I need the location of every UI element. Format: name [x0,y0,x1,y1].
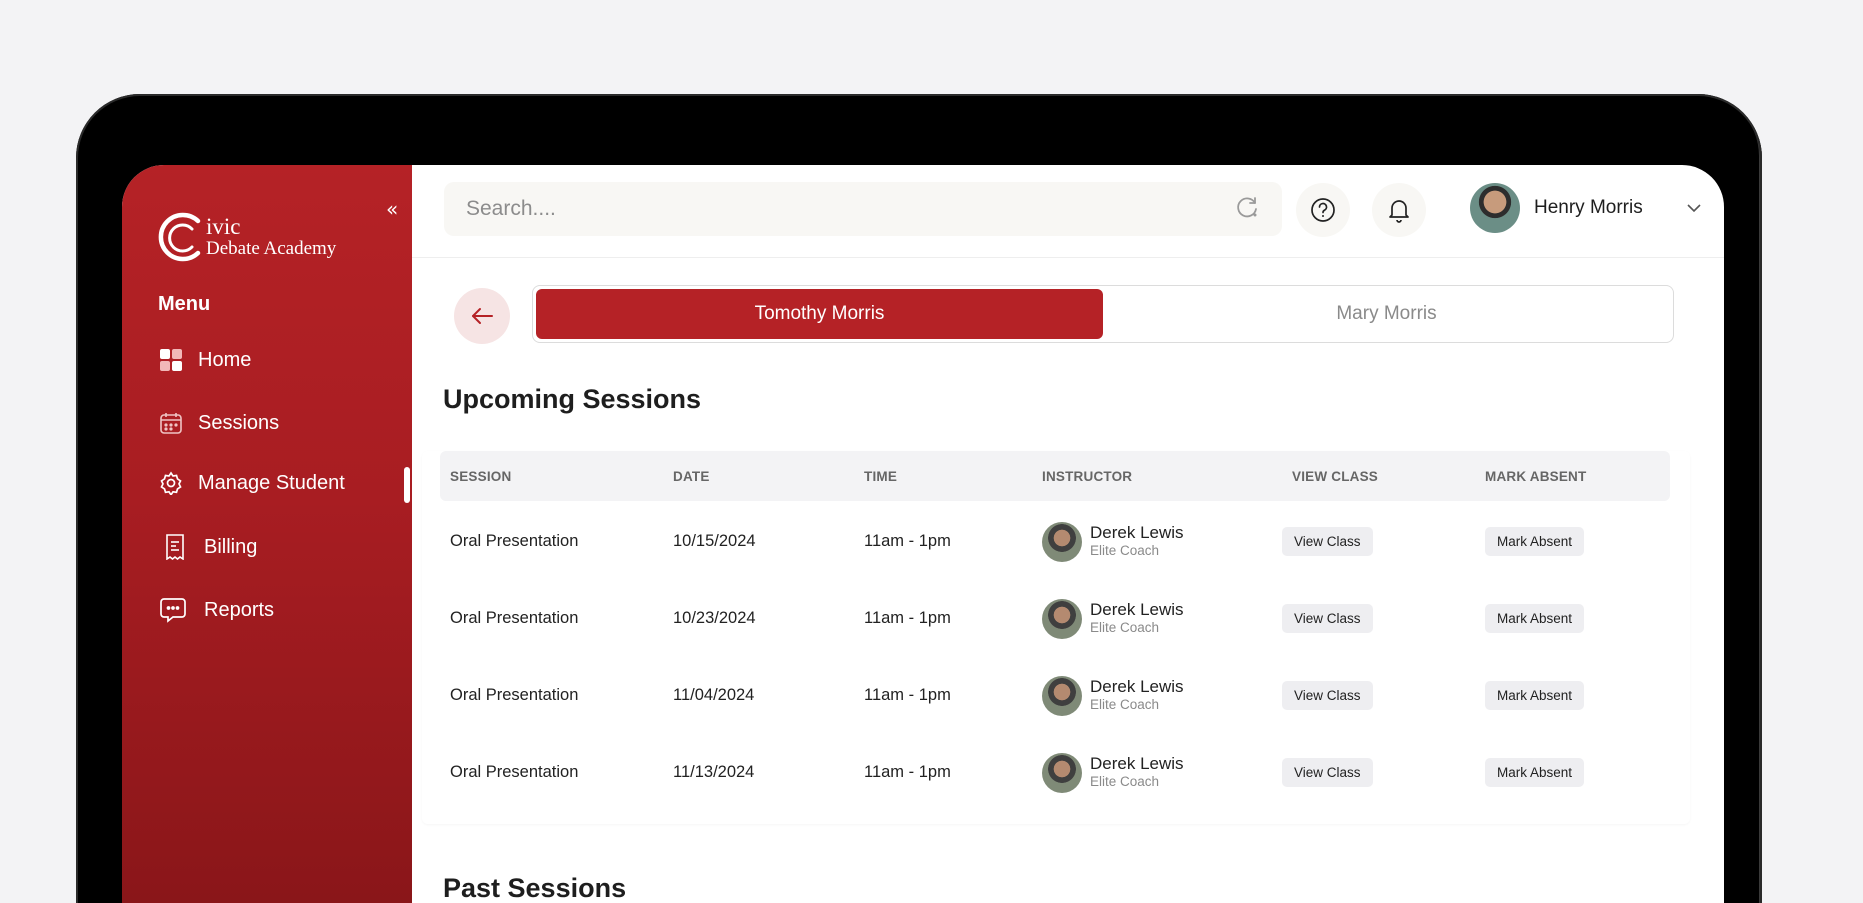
search-input[interactable] [466,197,1234,221]
instructor-role: Elite Coach [1090,696,1160,712]
table-row: Oral Presentation 10/15/2024 11am - 1pm … [440,503,1670,580]
active-indicator [404,467,410,503]
sidebar-item-home[interactable]: Home [158,347,251,373]
mark-absent-button[interactable]: Mark Absent [1485,758,1585,787]
instructor-role: Elite Coach [1090,619,1160,635]
time-cell: 11am - 1pm [864,763,951,781]
header-date: DATE [673,468,710,484]
collapse-icon[interactable]: « [386,197,398,221]
time-cell: 11am - 1pm [864,686,951,704]
time-cell: 11am - 1pm [864,532,951,550]
instructor-cell: Derek Lewis Elite Coach [1042,503,1184,580]
bell-icon [1389,200,1409,223]
table-row: Oral Presentation 11/04/2024 11am - 1pm … [440,657,1670,734]
date-cell: 11/13/2024 [673,763,755,781]
sidebar-item-label: Home [198,348,252,371]
tab-mary-morris[interactable]: Mary Morris [1103,289,1670,339]
view-class-button[interactable]: View Class [1282,758,1373,787]
menu-title: Menu [158,293,211,315]
instructor-name: Derek Lewis [1090,754,1184,774]
header-mark-absent: MARK ABSENT [1485,468,1587,484]
header-instructor: INSTRUCTOR [1042,468,1133,484]
sidebar-item-sessions[interactable]: Sessions [158,410,279,436]
avatar [1042,521,1082,562]
view-class-button[interactable]: View Class [1282,527,1373,556]
mark-absent-button[interactable]: Mark Absent [1485,527,1585,556]
sidebar-item-label: Billing [204,535,258,558]
time-cell: 11am - 1pm [864,609,951,627]
past-sessions-title: Past Sessions [443,873,627,903]
billing-icon [162,534,188,560]
instructor-role: Elite Coach [1090,542,1160,558]
instructor-cell: Derek Lewis Elite Coach [1042,734,1184,811]
instructor-cell: Derek Lewis Elite Coach [1042,657,1184,734]
avatar [1042,598,1082,639]
table-row: Oral Presentation 10/23/2024 11am - 1pm … [440,580,1670,657]
loading-icon[interactable] [1234,194,1260,225]
main-content: Tomothy Morris Mary Morris Upcoming Sess… [412,258,1724,903]
instructor-cell: Derek Lewis Elite Coach [1042,580,1184,657]
header-view-class: VIEW CLASS [1292,468,1379,484]
sidebar: ivic Debate Academy « Menu Home Sessions… [122,165,412,903]
date-cell: 10/15/2024 [673,532,756,550]
sidebar-item-manage-student[interactable]: Manage Student [158,470,345,496]
view-class-button[interactable]: View Class [1282,604,1373,633]
chevron-down-icon [1687,204,1701,213]
logo: ivic Debate Academy [158,209,336,265]
table-row: Oral Presentation 11/13/2024 11am - 1pm … [440,734,1670,811]
tab-tomothy-morris[interactable]: Tomothy Morris [536,289,1103,339]
sidebar-item-reports[interactable]: Reports [158,597,274,623]
instructor-name: Derek Lewis [1090,677,1184,697]
table-header: SESSION DATE TIME INSTRUCTOR VIEW CLASS … [440,451,1670,501]
date-cell: 10/23/2024 [673,609,756,627]
user-name: Henry Morris [1534,197,1643,218]
arrow-left-icon [472,308,493,324]
notifications-button[interactable] [1372,183,1426,237]
upcoming-sessions-table: SESSION DATE TIME INSTRUCTOR VIEW CLASS … [422,451,1690,824]
gear-icon [158,470,184,496]
session-cell: Oral Presentation [450,763,579,781]
mark-absent-button[interactable]: Mark Absent [1485,681,1585,710]
help-button[interactable] [1296,183,1350,237]
session-cell: Oral Presentation [450,532,579,550]
back-button[interactable] [454,288,510,344]
app-screen: ivic Debate Academy « Menu Home Sessions… [122,165,1724,903]
logo-mark [158,212,201,262]
sidebar-item-label: Sessions [198,411,280,434]
mark-absent-button[interactable]: Mark Absent [1485,604,1585,633]
session-cell: Oral Presentation [450,686,579,704]
home-icon [158,347,184,373]
header-time: TIME [864,468,898,484]
logo-line2: Debate Academy [206,238,337,260]
student-tabs: Tomothy Morris Mary Morris [532,285,1674,343]
sidebar-item-label: Reports [204,598,275,621]
calendar-icon [158,410,184,436]
instructor-name: Derek Lewis [1090,600,1184,620]
chat-icon [160,597,186,623]
instructor-name: Derek Lewis [1090,523,1184,543]
help-icon [1311,198,1335,222]
avatar [1470,183,1520,233]
view-class-button[interactable]: View Class [1282,681,1373,710]
user-menu[interactable]: Henry Morris [1470,183,1701,233]
sidebar-item-label: Manage Student [198,471,345,494]
instructor-role: Elite Coach [1090,773,1160,789]
upcoming-sessions-title: Upcoming Sessions [443,384,702,414]
avatar [1042,675,1082,716]
search-bar [444,182,1282,236]
avatar [1042,752,1082,793]
logo-line1: ivic [206,213,241,239]
sidebar-item-billing[interactable]: Billing [158,534,257,560]
date-cell: 11/04/2024 [673,686,755,704]
topbar: Henry Morris [412,165,1724,258]
header-session: SESSION [450,468,512,484]
session-cell: Oral Presentation [450,609,579,627]
